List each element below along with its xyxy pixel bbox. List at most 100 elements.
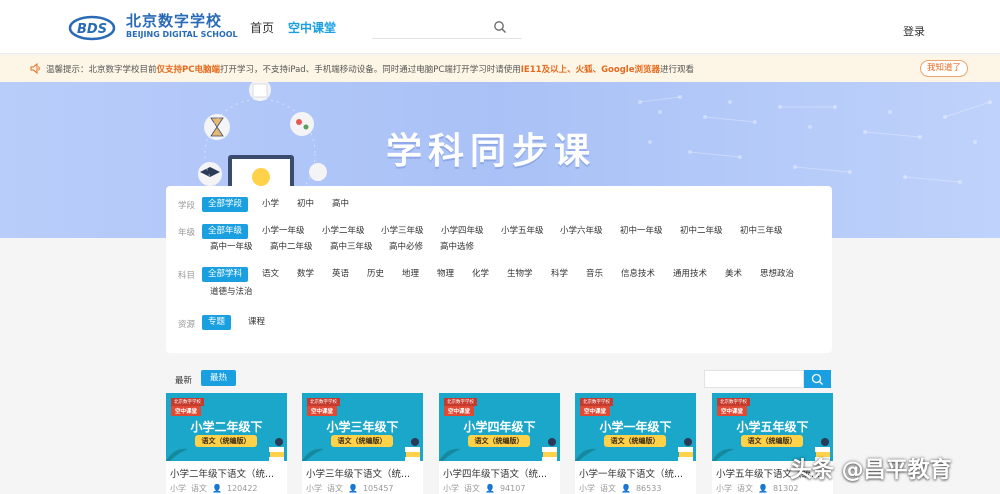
search-icon[interactable] [493,20,507,34]
leaf-icon [712,448,734,461]
grade-option[interactable]: 小学一年级 [262,224,305,239]
course-views: 81302 [772,484,799,493]
notice-highlight-pc: 仅支持PC电脑端 [156,65,220,75]
subject-option[interactable]: 道德与法治 [210,285,253,300]
course-thumbnail: 北京数字学校 空中课堂 小学五年级下 语文（统编版） [712,393,833,461]
course-stage: 小学 [170,484,186,493]
thumb-school-tag: 北京数字学校 [307,398,340,406]
banner-illustration [198,82,327,192]
subject-option[interactable]: 通用技术 [673,267,707,282]
subject-option[interactable]: 科学 [551,267,568,282]
user-icon: 👤 [212,484,222,493]
stage-option[interactable]: 初中 [297,197,314,212]
stage-label: 学段 [178,201,196,211]
top-header: BDS 北京数字学校 BEIJING DIGITAL SCHOOL 首页 空中课… [0,0,1000,54]
thumb-subject-tag: 语文（统编版） [741,435,803,447]
subject-option[interactable]: 地理 [402,267,419,282]
notice-text: 温馨提示：北京数字学校目前仅支持PC电脑端打开学习，不支持iPad、手机端移动设… [46,63,694,75]
thumb-classroom-tag: 空中课堂 [580,406,611,416]
user-icon: 👤 [348,484,358,493]
leaf-icon [166,448,188,461]
grade-option[interactable]: 高中三年级 [330,240,373,255]
subject-option[interactable]: 英语 [332,267,349,282]
book-stack-icon [405,438,420,461]
grade-option[interactable]: 小学二年级 [322,224,365,239]
thumb-school-tag: 北京数字学校 [717,398,750,406]
course-title[interactable]: 小学四年级下语文（统... [443,466,547,480]
course-stage: 小学 [443,484,459,493]
leaf-icon [439,448,461,461]
course-title[interactable]: 小学二年级下语文（统... [170,466,274,480]
logo-english-name: BEIJING DIGITAL SCHOOL [126,30,238,39]
book-stack-icon [678,438,693,461]
course-card[interactable]: 北京数字学校 空中课堂 小学三年级下 语文（统编版） 小学三年级下语文（统...… [302,393,423,494]
course-thumbnail: 北京数字学校 空中课堂 小学三年级下 语文（统编版） [302,393,423,461]
course-title[interactable]: 小学一年级下语文（统... [579,466,683,480]
thumb-school-tag: 北京数字学校 [580,398,613,406]
subject-option[interactable]: 信息技术 [621,267,655,282]
resource-option-course[interactable]: 课程 [248,315,265,330]
banner-title: 学科同步课 [386,131,597,172]
course-card[interactable]: 北京数字学校 空中课堂 小学一年级下 语文（统编版） 小学一年级下语文（统...… [575,393,696,494]
thumb-school-tag: 北京数字学校 [171,398,204,406]
grade-option[interactable]: 初中一年级 [620,224,663,239]
grade-option[interactable]: 初中二年级 [680,224,723,239]
subject-option[interactable]: 化学 [472,267,489,282]
course-views: 94107 [499,484,526,493]
grade-option-all[interactable]: 全部年级 [202,224,249,239]
grade-option[interactable]: 高中一年级 [210,240,253,255]
course-meta: 小学 语文 👤 120422 [170,483,263,494]
grade-option[interactable]: 高中必修 [389,240,423,255]
search-underline [372,38,522,39]
filter-panel: 学段 全部学段 小学 初中 高中 年级 全部年级 小学一年级 小学二年级 小学三… [166,186,832,353]
subject-option[interactable]: 美术 [725,267,742,282]
subject-option-all[interactable]: 全部学科 [202,267,249,282]
stage-option[interactable]: 高中 [332,197,349,212]
course-search-button[interactable] [804,370,831,388]
grade-option[interactable]: 高中选修 [440,240,474,255]
stage-option[interactable]: 小学 [262,197,279,212]
subject-option[interactable]: 数学 [297,267,314,282]
login-link[interactable]: 登录 [903,23,925,39]
grade-option[interactable]: 小学六年级 [560,224,603,239]
thumb-subject-tag: 语文（统编版） [468,435,530,447]
sort-hottest[interactable]: 最热 [201,370,236,386]
subject-option[interactable]: 音乐 [586,267,603,282]
course-views: 120422 [226,484,258,493]
course-subject: 语文 [191,484,207,493]
course-card[interactable]: 北京数字学校 空中课堂 小学四年级下 语文（统编版） 小学四年级下语文（统...… [439,393,560,494]
course-meta: 小学 语文 👤 105457 [306,483,399,494]
user-icon: 👤 [621,484,631,493]
user-icon: 👤 [485,484,495,493]
course-search-input[interactable] [704,370,804,388]
got-it-button[interactable]: 我知道了 [920,60,968,77]
svg-text:BDS: BDS [77,22,107,37]
subject-option[interactable]: 生物学 [507,267,533,282]
nav-sky-classroom[interactable]: 空中课堂 [288,19,336,36]
thumb-subject-tag: 语文（统编版） [195,435,257,447]
course-thumbnail: 北京数字学校 空中课堂 小学一年级下 语文（统编版） [575,393,696,461]
course-views: 86533 [635,484,662,493]
nav-home[interactable]: 首页 [250,19,274,36]
course-card[interactable]: 北京数字学校 空中课堂 小学二年级下 语文（统编版） 小学二年级下语文（统...… [166,393,287,494]
grade-option[interactable]: 小学四年级 [441,224,484,239]
grade-option[interactable]: 小学五年级 [501,224,544,239]
subject-option[interactable]: 思想政治 [760,267,794,282]
subject-option[interactable]: 语文 [262,267,279,282]
resource-option-topic[interactable]: 专题 [202,315,232,330]
book-stack-icon [269,438,284,461]
watermark: 头条 @昌平教育 [790,458,952,483]
resource-label: 资源 [178,320,196,330]
thumb-classroom-tag: 空中课堂 [717,406,748,416]
stage-option-all[interactable]: 全部学段 [202,197,249,212]
subject-option[interactable]: 物理 [437,267,454,282]
grade-option[interactable]: 高中二年级 [270,240,313,255]
course-title[interactable]: 小学三年级下语文（统... [306,466,410,480]
subject-option[interactable]: 历史 [367,267,384,282]
site-logo[interactable]: BDS 北京数字学校 BEIJING DIGITAL SCHOOL [68,8,238,46]
sort-newest[interactable]: 最新 [175,374,192,386]
grade-option[interactable]: 小学三年级 [381,224,424,239]
leaf-icon [575,448,597,461]
notice-highlight-browser: IE11及以上、火狐、Google浏览器 [520,65,660,75]
grade-option[interactable]: 初中三年级 [740,224,783,239]
